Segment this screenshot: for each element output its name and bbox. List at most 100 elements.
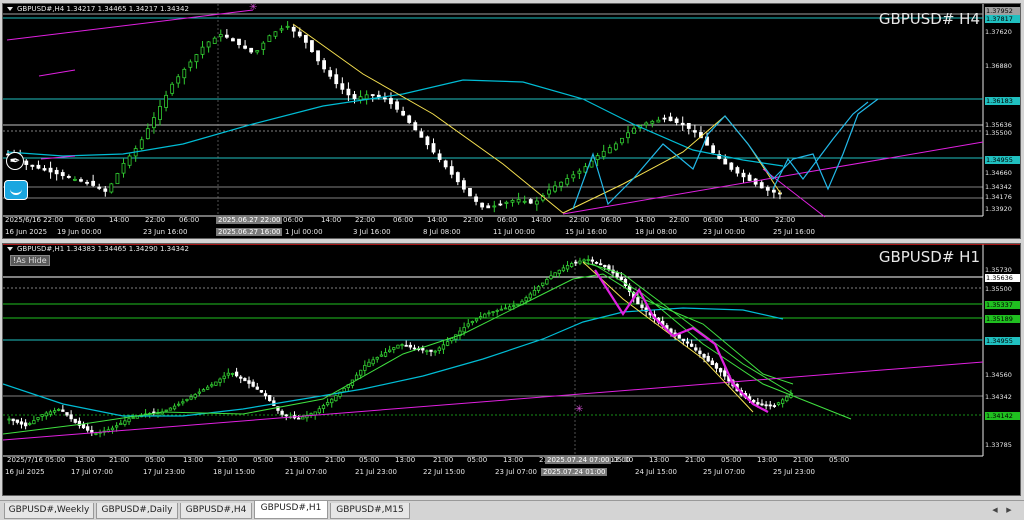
tab-scroll-right-icon[interactable]: ▶ <box>1004 505 1014 515</box>
candle-body <box>303 34 308 43</box>
smile-ea-icon[interactable] <box>4 180 28 200</box>
candle-body <box>243 45 247 49</box>
h1-time-label: 23 Jul 07:00 <box>495 468 537 476</box>
candle-body <box>510 200 515 203</box>
candle-body <box>24 160 29 165</box>
candle-body <box>188 61 193 68</box>
tab-gbpusd-daily[interactable]: GBPUSD#,Daily <box>96 503 178 519</box>
candle-body <box>371 359 375 365</box>
candle-body <box>255 386 259 390</box>
candle-body <box>776 402 781 405</box>
h4-price-label: 1.33920 <box>985 205 1012 213</box>
candle-body <box>352 94 357 99</box>
h1-chart-pane[interactable]: GBPUSD#,H1 1.34383 1.34465 1.34290 1.343… <box>2 243 1021 496</box>
candle-body <box>259 390 264 393</box>
tab-gbpusd-h1[interactable]: GBPUSD#,H1 <box>254 501 328 519</box>
h4-price-label: 1.36880 <box>985 62 1012 70</box>
pen-icon[interactable]: ✒ <box>6 152 24 170</box>
chart-menu-arrow-icon[interactable] <box>7 247 13 251</box>
tab-gbpusd-h4[interactable]: GBPUSD#,H4 <box>180 503 252 519</box>
h4-time-label: 06:00 <box>703 216 724 224</box>
candle-body <box>52 410 57 413</box>
candle-body <box>224 34 229 38</box>
trendline-pink <box>38 69 76 77</box>
candle-body <box>7 418 11 421</box>
candle-body <box>23 422 28 427</box>
candle-body <box>578 260 582 264</box>
h4-price-label: 1.34176 <box>985 193 1012 201</box>
h4-time-label: 14:00 <box>427 216 448 224</box>
candle-body <box>680 122 685 126</box>
candle-body <box>97 186 102 189</box>
trendline-green <box>582 261 794 395</box>
candle-body <box>313 411 317 416</box>
candle-body <box>48 167 53 173</box>
h4-time-label: 06:00 <box>179 216 200 224</box>
tab-gbpusd-m15[interactable]: GBPUSD#,M15 <box>330 503 410 519</box>
candle-body <box>54 169 59 175</box>
h4-time-label: 8 Jul 08:00 <box>423 228 461 236</box>
h1-price-label: 1.34342 <box>985 393 1012 401</box>
h1-time-label: 21 Jul 07:00 <box>285 468 327 476</box>
h4-time-label: 3 Jul 16:00 <box>353 228 391 236</box>
candle-body <box>222 375 226 379</box>
chart-menu-arrow-icon[interactable] <box>7 7 13 11</box>
ma-cyan-line <box>6 79 784 167</box>
indicator-label[interactable]: !As Hide <box>10 255 50 266</box>
candle-body <box>263 393 268 397</box>
candle-body <box>413 122 418 131</box>
candle-body <box>90 429 94 434</box>
candle-body <box>40 414 44 417</box>
ma-cyan-line <box>3 307 784 417</box>
candle-body <box>557 269 561 274</box>
candle-body <box>711 145 716 153</box>
candle-body <box>94 433 98 435</box>
h4-chart-pane[interactable]: GBPUSD#,H4 1.34217 1.34465 1.34217 1.343… <box>2 3 1021 239</box>
h4-time-label: 22:00 <box>355 216 376 224</box>
candle-body <box>72 178 77 181</box>
candle-body <box>729 162 734 170</box>
candle-body <box>532 289 537 296</box>
candle-body <box>396 344 400 349</box>
candle-body <box>565 265 570 270</box>
candle-body <box>620 137 624 144</box>
candle-body <box>764 404 768 407</box>
candle-body <box>723 158 728 165</box>
h4-time-label: 06:00 <box>393 216 414 224</box>
h4-time-label: 2025.06.27 22:00 <box>216 216 283 224</box>
h1-header-quote: GBPUSD#,H1 1.34383 1.34465 1.34290 1.343… <box>17 245 189 253</box>
candle-body <box>559 181 564 187</box>
h1-time-label: 25 Jul 07:00 <box>703 468 745 476</box>
candle-body <box>504 201 509 204</box>
candle-body <box>768 404 772 407</box>
candle-body <box>237 38 241 46</box>
candle-body <box>28 422 32 425</box>
h4-price-label: 1.34955 <box>985 156 1020 164</box>
candle-body <box>382 97 387 100</box>
h1-price-label: 1.33785 <box>985 441 1012 449</box>
h4-price-label: 1.37620 <box>985 28 1012 36</box>
candle-body <box>123 420 127 425</box>
candle-body <box>644 122 649 126</box>
tab-gbpusd-weekly[interactable]: GBPUSD#,Weekly <box>4 503 94 519</box>
h4-price-label: 1.35636 <box>985 121 1012 129</box>
h1-price-label: 1.35500 <box>985 285 1012 293</box>
candle-body <box>379 354 384 357</box>
candle-body <box>119 422 123 426</box>
h4-time-label: 25 Jul 16:00 <box>773 228 815 236</box>
candle-body <box>702 354 706 358</box>
h1-price-label: 1.35730 <box>985 266 1012 274</box>
h4-price-chart[interactable] <box>3 4 1021 239</box>
candle-body <box>389 98 393 105</box>
candle-body <box>193 394 197 398</box>
tab-scroll-left-icon[interactable]: ◀ <box>990 505 1000 515</box>
candle-body <box>36 417 40 420</box>
candle-body <box>685 341 690 344</box>
candle-body <box>752 399 756 403</box>
candle-body <box>79 179 83 182</box>
candle-body <box>594 261 599 264</box>
candle-body <box>408 344 412 348</box>
candle-body <box>86 426 90 431</box>
candle-body <box>363 364 367 371</box>
candle-body <box>425 350 429 353</box>
